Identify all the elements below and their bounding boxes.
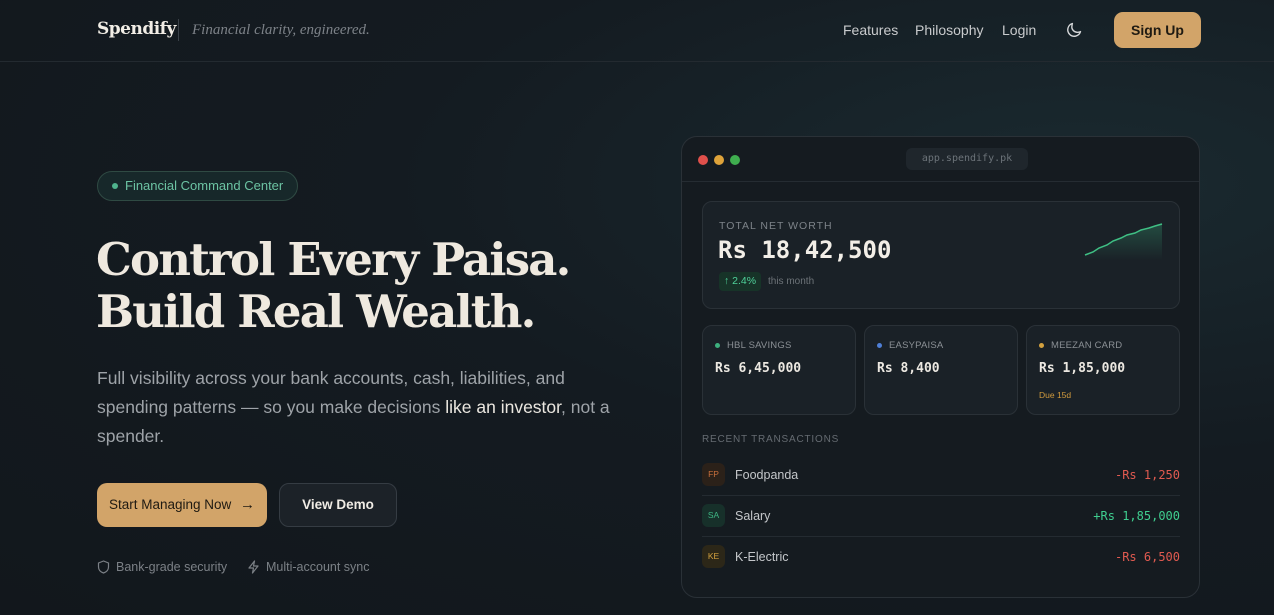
logo-divider	[178, 19, 179, 41]
account-value: Rs 1,85,000	[1039, 361, 1126, 376]
net-worth-value: Rs 18,42,500	[718, 236, 892, 264]
view-demo-button[interactable]: View Demo	[279, 483, 397, 527]
transaction-amount: -Rs 6,500	[1114, 550, 1180, 564]
net-worth-card: TOTAL NET WORTH Rs 18,42,500 ↑ 2.4% this…	[702, 201, 1180, 309]
account-card-hbl: HBL SAVINGS Rs 6,45,000	[702, 325, 856, 415]
account-card-meezan: MEEZAN CARD Rs 1,85,000 Due 15d	[1026, 325, 1180, 415]
transactions-heading: RECENT TRANSACTIONS	[702, 434, 840, 445]
merchant-icon: SA	[702, 504, 725, 527]
account-due-note: Due 15d	[1039, 390, 1072, 400]
lightning-icon	[248, 560, 259, 574]
app-preview-window: app.spendify.pk TOTAL NET WORTH Rs 18,42…	[681, 136, 1200, 598]
net-worth-sparkline	[1084, 223, 1163, 260]
feature-sync: Multi-account sync	[248, 560, 370, 574]
merchant-icon: KE	[702, 545, 725, 568]
transaction-name: Salary	[735, 509, 771, 523]
start-managing-label: Start Managing Now	[109, 497, 232, 512]
account-name: EASYPAISA	[889, 340, 944, 351]
window-titlebar: app.spendify.pk	[682, 137, 1199, 182]
transaction-name: Foodpanda	[735, 468, 799, 482]
start-managing-button[interactable]: Start Managing Now →	[97, 483, 267, 527]
account-status-dot	[1039, 343, 1044, 348]
nav-link-login[interactable]: Login	[1002, 22, 1036, 38]
transaction-amount: -Rs 1,250	[1114, 468, 1180, 482]
account-status-dot	[877, 343, 882, 348]
transaction-row[interactable]: KE K-Electric -Rs 6,500	[702, 537, 1180, 578]
moon-icon[interactable]	[1064, 20, 1084, 40]
hero-badge: Financial Command Center	[97, 171, 299, 201]
hero-description: Full visibility across your bank account…	[97, 364, 617, 451]
transaction-row[interactable]: SA Salary +Rs 1,85,000	[702, 496, 1180, 537]
feature-security-label: Bank-grade security	[116, 560, 228, 574]
account-name: MEEZAN CARD	[1051, 340, 1123, 351]
window-maximize-dot	[730, 155, 740, 165]
account-value: Rs 8,400	[877, 361, 940, 376]
hero-title: Control Every Paisa. Build Real Wealth.	[96, 234, 656, 338]
sign-up-button[interactable]: Sign Up	[1114, 12, 1201, 48]
merchant-icon: FP	[702, 463, 725, 486]
feature-sync-label: Multi-account sync	[266, 560, 370, 574]
account-value: Rs 6,45,000	[715, 361, 802, 376]
hero-title-line2: Build Real Wealth.	[96, 285, 536, 338]
arrow-right-icon: →	[240, 496, 255, 513]
window-close-dot	[698, 155, 708, 165]
transaction-name: K-Electric	[735, 550, 789, 564]
nav-link-philosophy[interactable]: Philosophy	[915, 22, 984, 38]
net-worth-label: TOTAL NET WORTH	[719, 220, 833, 232]
hero-desc-emphasis: like an investor	[445, 397, 562, 417]
account-card-easypaisa: EASYPAISA Rs 8,400	[864, 325, 1018, 415]
account-status-dot	[715, 343, 720, 348]
transaction-amount: +Rs 1,85,000	[1093, 509, 1180, 523]
nav-link-features[interactable]: Features	[843, 22, 898, 38]
window-minimize-dot	[714, 155, 724, 165]
transaction-row[interactable]: FP Foodpanda -Rs 1,250	[702, 455, 1180, 496]
shield-icon	[97, 560, 110, 574]
net-worth-period: this month	[768, 276, 815, 287]
account-name: HBL SAVINGS	[727, 340, 792, 351]
logo[interactable]: Spendify	[97, 19, 176, 39]
url-bar: app.spendify.pk	[906, 148, 1028, 170]
net-worth-change-badge: ↑ 2.4%	[719, 272, 762, 291]
hero-title-line1: Control Every Paisa.	[96, 233, 571, 286]
top-nav: Spendify Financial clarity, engineered. …	[0, 0, 1274, 62]
tagline: Financial clarity, engineered.	[192, 22, 370, 38]
feature-security: Bank-grade security	[97, 560, 228, 574]
